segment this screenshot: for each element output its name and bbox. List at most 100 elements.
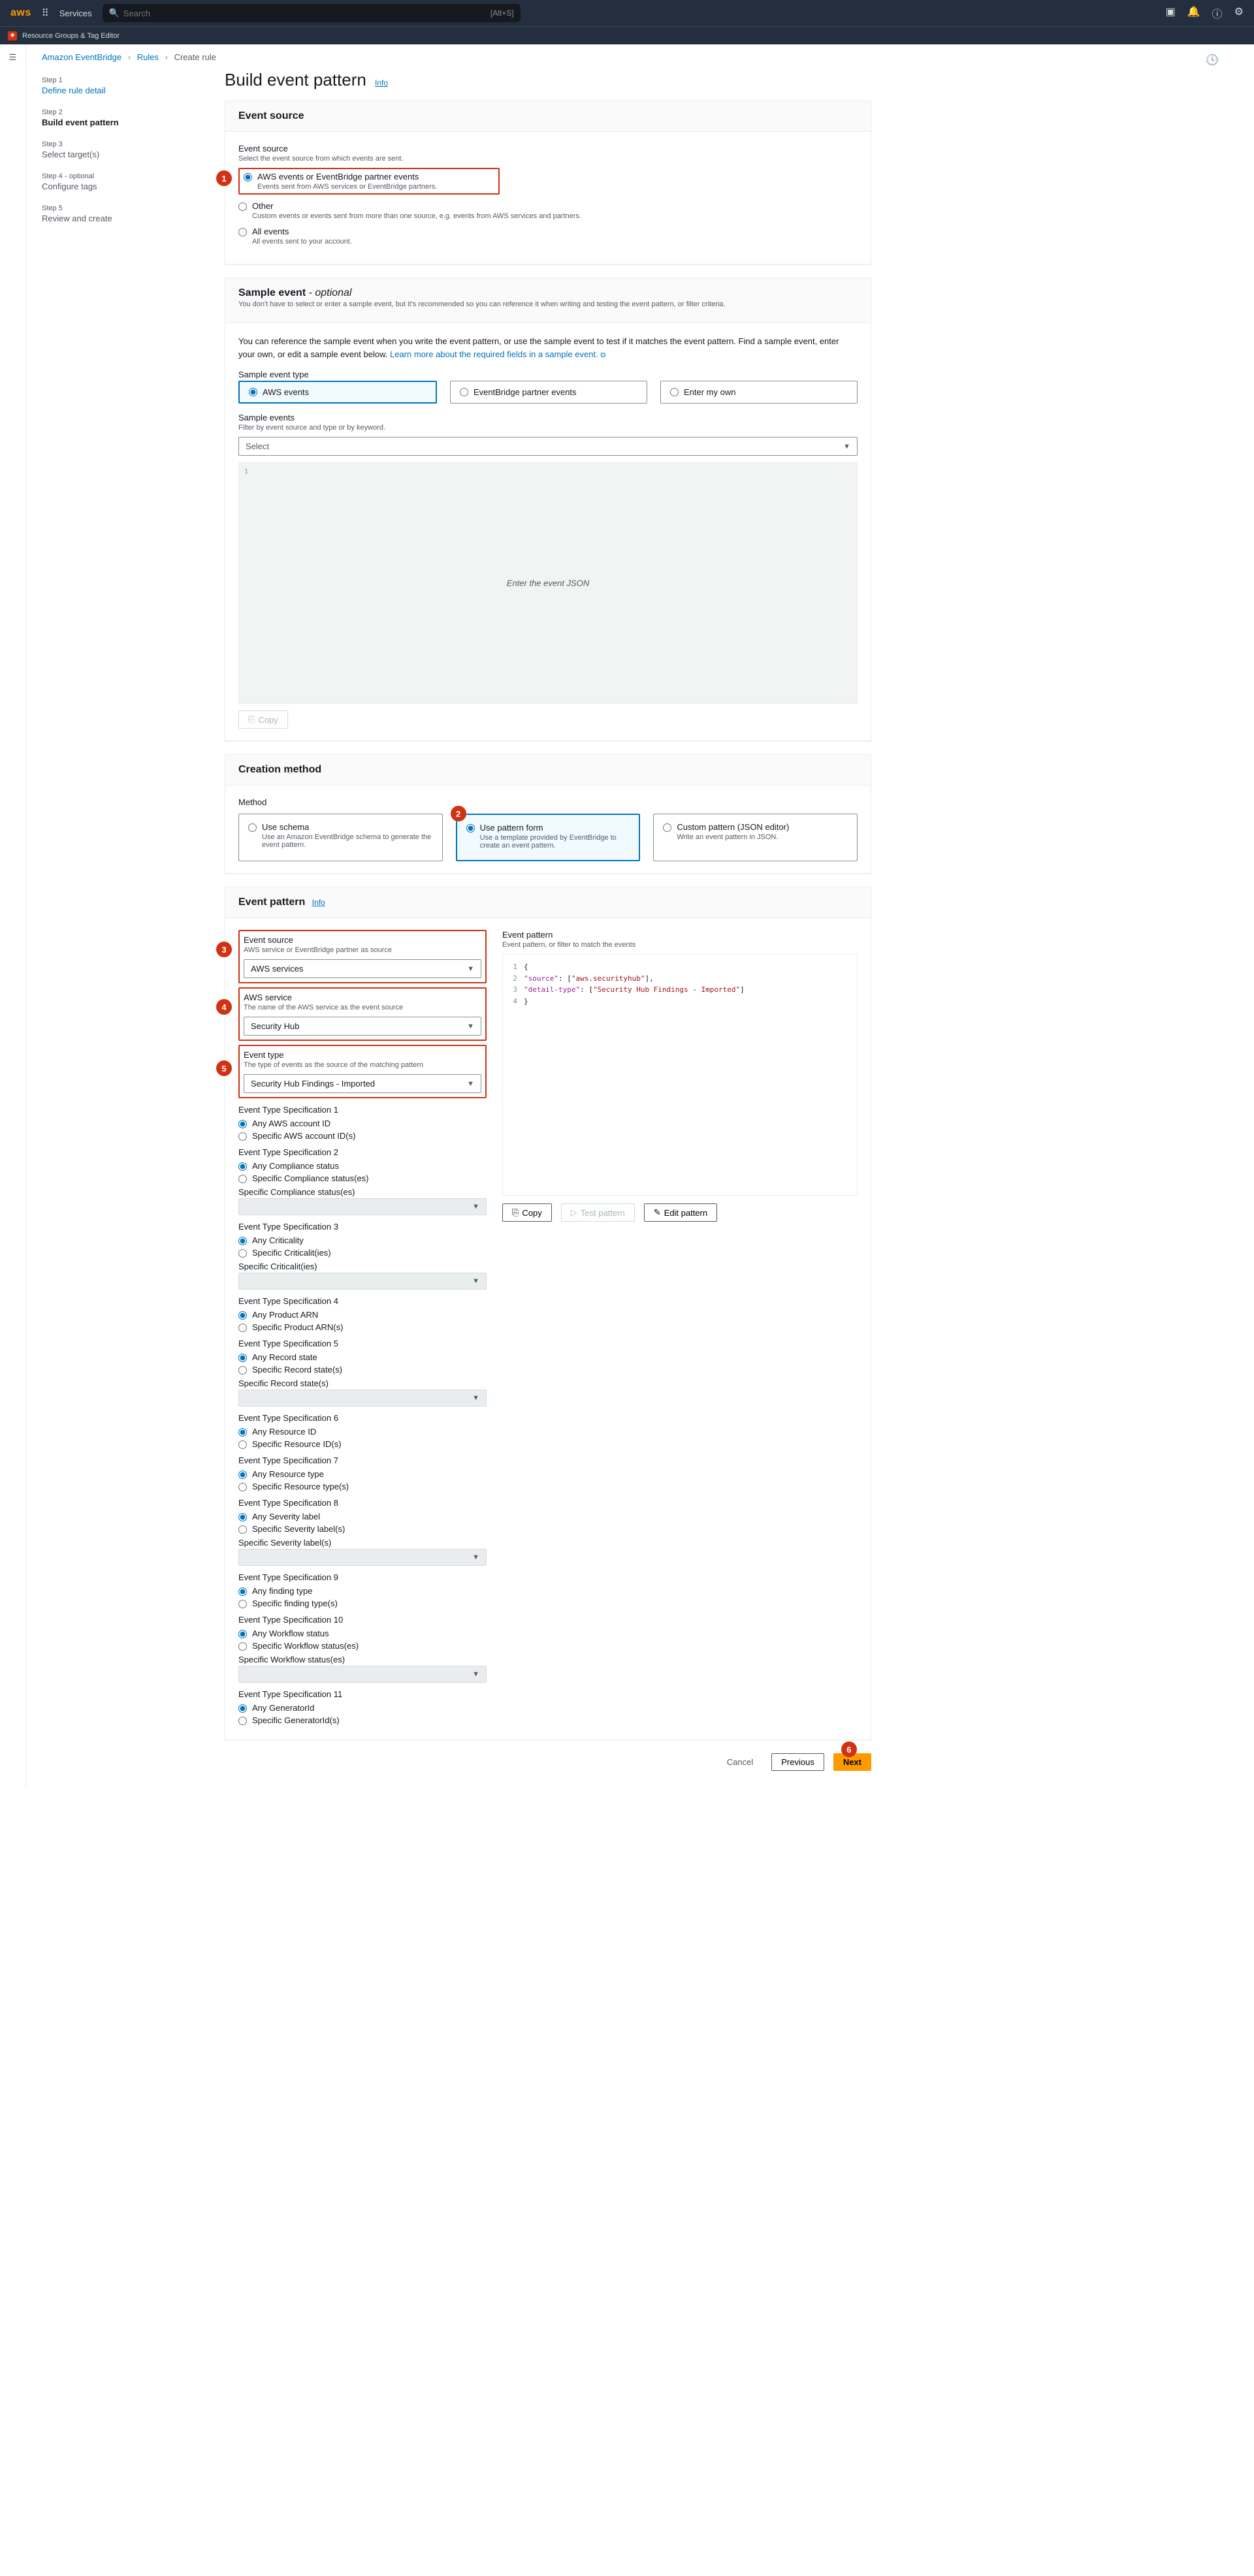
- chevron-down-icon: ▼: [467, 965, 474, 973]
- spec-multi-label: Specific Severity label(s): [238, 1538, 487, 1548]
- sample-event-type-label: Sample event type: [238, 370, 858, 379]
- event-type-spec: Event Type Specification 6 Any Resource …: [238, 1413, 487, 1449]
- spec-specific-option[interactable]: Specific Resource type(s): [238, 1482, 487, 1491]
- sample-type-aws[interactable]: AWS events: [238, 381, 437, 404]
- sample-type-partner[interactable]: EventBridge partner events: [450, 381, 647, 404]
- settings-icon[interactable]: ⚙: [1234, 5, 1244, 21]
- method-pattern-form[interactable]: Use pattern form Use a template provided…: [456, 814, 641, 861]
- ep-service-desc: The name of the AWS service as the event…: [244, 1004, 481, 1011]
- spec-title: Event Type Specification 9: [238, 1572, 487, 1582]
- play-icon: ▷: [571, 1207, 577, 1218]
- chevron-down-icon: ▼: [472, 1394, 479, 1402]
- notifications-icon[interactable]: 🔔: [1187, 5, 1200, 21]
- event-type-spec: Event Type Specification 5 Any Record st…: [238, 1339, 487, 1407]
- spec-multi-select: ▼: [238, 1666, 487, 1683]
- spec-specific-option[interactable]: Specific Product ARN(s): [238, 1322, 487, 1332]
- breadcrumb-rules[interactable]: Rules: [137, 52, 159, 62]
- event-source-option-all[interactable]: All events All events sent to your accou…: [238, 227, 858, 246]
- sub-nav-link[interactable]: Resource Groups & Tag Editor: [22, 32, 120, 40]
- sub-nav: ❖ Resource Groups & Tag Editor: [0, 26, 1254, 44]
- chevron-down-icon: ▼: [472, 1277, 479, 1285]
- learn-more-link[interactable]: Learn more about the required fields in …: [390, 349, 598, 359]
- event-type-spec: Event Type Specification 8 Any Severity …: [238, 1498, 487, 1566]
- info-link[interactable]: Info: [375, 78, 388, 87]
- spec-any-option[interactable]: Any Workflow status: [238, 1629, 487, 1638]
- spec-multi-select: ▼: [238, 1390, 487, 1407]
- spec-specific-option[interactable]: Specific Compliance status(es): [238, 1173, 487, 1183]
- method-use-schema[interactable]: Use schema Use an Amazon EventBridge sch…: [238, 814, 443, 861]
- resource-groups-icon: ❖: [8, 31, 17, 40]
- annotation-3: 3: [216, 942, 232, 957]
- spec-any-option[interactable]: Any Resource ID: [238, 1427, 487, 1437]
- info-link[interactable]: Info: [312, 898, 325, 907]
- copy-icon: ⎘: [512, 1207, 519, 1218]
- previous-button[interactable]: Previous: [771, 1753, 824, 1771]
- services-grid-icon[interactable]: ⠿: [42, 7, 49, 19]
- spec-specific-option[interactable]: Specific Record state(s): [238, 1365, 487, 1375]
- breadcrumb-eventbridge[interactable]: Amazon EventBridge: [42, 52, 121, 62]
- step-1[interactable]: Step 1 Define rule detail: [42, 70, 199, 102]
- spec-any-option[interactable]: Any Record state: [238, 1352, 487, 1362]
- event-type-spec: Event Type Specification 4 Any Product A…: [238, 1296, 487, 1332]
- edit-pattern-button[interactable]: ✎ Edit pattern: [644, 1203, 717, 1222]
- spec-specific-option[interactable]: Specific Resource ID(s): [238, 1439, 487, 1449]
- method-custom-json[interactable]: Custom pattern (JSON editor) Write an ev…: [653, 814, 858, 861]
- ep-type-select[interactable]: Security Hub Findings - Imported ▼: [244, 1074, 481, 1093]
- spec-specific-option[interactable]: Specific Criticalit(ies): [238, 1248, 487, 1258]
- cancel-button[interactable]: Cancel: [718, 1754, 762, 1770]
- search-shortcut-hint: [Alt+S]: [490, 8, 514, 18]
- spec-title: Event Type Specification 3: [238, 1222, 487, 1232]
- spec-title: Event Type Specification 6: [238, 1413, 487, 1423]
- sample-event-json-editor[interactable]: 1 Enter the event JSON: [238, 462, 858, 704]
- annotation-6: 6: [841, 1741, 857, 1757]
- search-input[interactable]: [123, 8, 490, 18]
- search-box[interactable]: 🔍 [Alt+S]: [103, 4, 521, 22]
- search-icon: 🔍: [109, 8, 120, 18]
- spec-any-option[interactable]: Any Severity label: [238, 1512, 487, 1521]
- spec-multi-label: Specific Compliance status(es): [238, 1187, 487, 1197]
- spec-specific-option[interactable]: Specific AWS account ID(s): [238, 1131, 487, 1141]
- footer-actions: Cancel Previous 6 Next: [225, 1753, 871, 1771]
- spec-specific-option[interactable]: Specific finding type(s): [238, 1598, 487, 1608]
- event-source-radio-aws[interactable]: [244, 173, 252, 182]
- spec-title: Event Type Specification 5: [238, 1339, 487, 1348]
- spec-any-option[interactable]: Any finding type: [238, 1586, 487, 1596]
- cloudshell-icon[interactable]: ▣: [1166, 5, 1176, 21]
- spec-any-option[interactable]: Any AWS account ID: [238, 1119, 487, 1128]
- event-pattern-json: 1{2 "source": ["aws.securityhub"],3 "det…: [502, 954, 858, 1196]
- annotation-1: 1: [216, 170, 232, 186]
- ep-source-select[interactable]: AWS services ▼: [244, 959, 481, 978]
- recent-icon[interactable]: 🕓: [1206, 54, 1219, 67]
- step-5[interactable]: Step 5 Review and create: [42, 198, 199, 230]
- event-source-radio-other[interactable]: [238, 202, 247, 211]
- event-type-spec: Event Type Specification 9 Any finding t…: [238, 1572, 487, 1608]
- sample-events-select[interactable]: Select ▼: [238, 437, 858, 456]
- event-source-option-other[interactable]: Other Custom events or events sent from …: [238, 201, 858, 220]
- side-hamburger[interactable]: ☰: [0, 44, 26, 1787]
- pencil-icon: ✎: [654, 1207, 661, 1218]
- event-pattern-panel: Event pattern Info 3 Event source AWS se…: [225, 887, 871, 1740]
- copy-pattern-button[interactable]: ⎘ Copy: [502, 1203, 552, 1222]
- help-icon[interactable]: ⓘ: [1212, 5, 1223, 21]
- spec-title: Event Type Specification 4: [238, 1296, 487, 1306]
- spec-any-option[interactable]: Any Compliance status: [238, 1161, 487, 1171]
- spec-specific-option[interactable]: Specific Severity label(s): [238, 1524, 487, 1534]
- ep-service-select[interactable]: Security Hub ▼: [244, 1017, 481, 1036]
- event-source-radio-all[interactable]: [238, 228, 247, 236]
- aws-logo: aws: [10, 7, 31, 19]
- spec-specific-option[interactable]: Specific GeneratorId(s): [238, 1715, 487, 1725]
- spec-any-option[interactable]: Any Criticality: [238, 1235, 487, 1245]
- event-source-option-aws[interactable]: AWS events or EventBridge partner events…: [244, 172, 494, 191]
- spec-any-option[interactable]: Any GeneratorId: [238, 1703, 487, 1713]
- services-link[interactable]: Services: [59, 8, 92, 18]
- sample-type-own[interactable]: Enter my own: [660, 381, 858, 404]
- spec-specific-option[interactable]: Specific Workflow status(es): [238, 1641, 487, 1651]
- breadcrumb: Amazon EventBridge › Rules › Create rule: [26, 44, 1228, 70]
- step-4[interactable]: Step 4 - optional Configure tags: [42, 166, 199, 198]
- spec-any-option[interactable]: Any Resource type: [238, 1469, 487, 1479]
- copy-sample-button: ⎘ Copy: [238, 710, 288, 729]
- event-type-spec: Event Type Specification 3 Any Criticali…: [238, 1222, 487, 1290]
- step-2[interactable]: Step 2 Build event pattern: [42, 102, 199, 134]
- spec-any-option[interactable]: Any Product ARN: [238, 1310, 487, 1320]
- step-3[interactable]: Step 3 Select target(s): [42, 134, 199, 166]
